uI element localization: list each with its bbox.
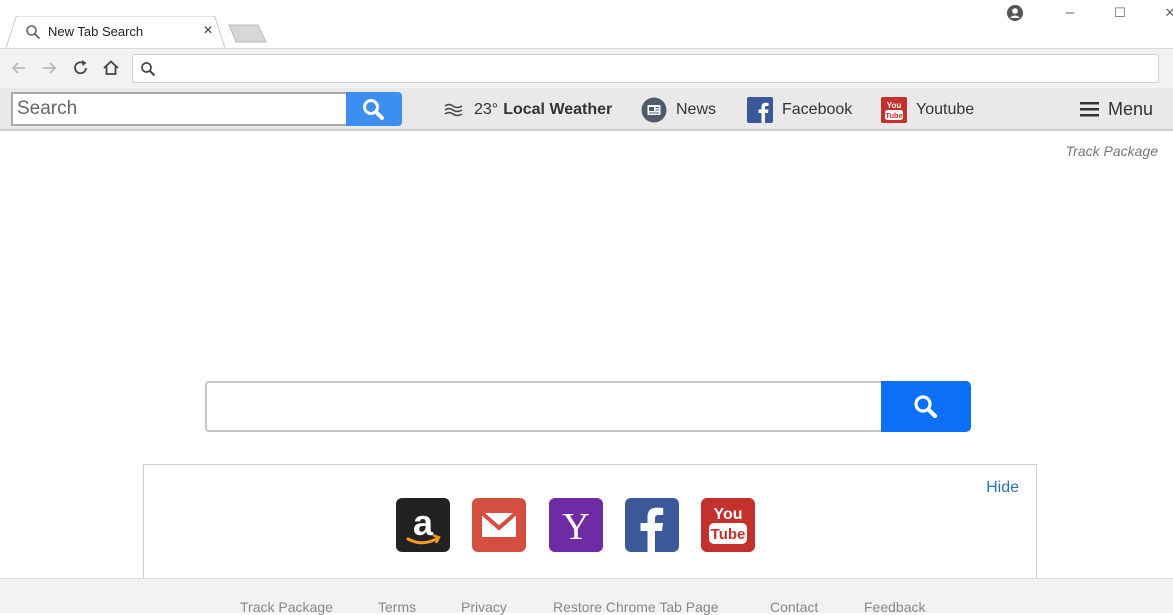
footer: Track Package Terms Privacy Restore Chro… xyxy=(0,578,1173,615)
svg-text:You: You xyxy=(887,101,902,110)
amazon-shortcut[interactable]: a xyxy=(396,498,450,552)
back-arrow-icon[interactable] xyxy=(9,58,29,78)
tab-close-button[interactable]: × xyxy=(200,22,216,40)
search-icon xyxy=(914,395,938,418)
svg-text:You: You xyxy=(713,506,742,523)
facebook-shortcut[interactable] xyxy=(625,498,679,552)
search-icon xyxy=(363,99,384,120)
mail-icon xyxy=(480,511,518,537)
facebook-label: Facebook xyxy=(782,100,853,118)
hide-shortcuts-link[interactable]: Hide xyxy=(986,479,1019,497)
gmail-shortcut[interactable] xyxy=(472,498,526,552)
facebook-link[interactable]: Facebook xyxy=(747,88,852,131)
search-icon xyxy=(26,25,41,40)
youtube-label: Youtube xyxy=(916,100,975,118)
main-search-button[interactable] xyxy=(881,381,971,432)
youtube-link[interactable]: You Tube Youtube xyxy=(881,88,974,131)
news-icon xyxy=(641,97,667,122)
track-package-link[interactable]: Track Package xyxy=(1066,143,1158,159)
amazon-icon: a xyxy=(406,502,441,545)
weather-link[interactable]: 23° Local Weather xyxy=(443,88,612,131)
close-window-button[interactable]: ✕ xyxy=(1158,2,1173,24)
weather-temp: 23° xyxy=(474,100,499,118)
svg-text:a: a xyxy=(413,502,434,543)
svg-text:Tube: Tube xyxy=(711,526,746,543)
tab-title: New Tab Search xyxy=(48,24,144,39)
news-link[interactable]: News xyxy=(641,88,716,131)
yahoo-icon: Y xyxy=(562,506,589,548)
ext-search-input[interactable] xyxy=(11,92,347,126)
extension-bar: 23° Local Weather News Facebook You Tube… xyxy=(0,88,1173,131)
main-search-input[interactable] xyxy=(205,381,882,432)
address-bar[interactable] xyxy=(132,54,1159,83)
forward-arrow-icon[interactable] xyxy=(39,58,59,78)
shortcuts-panel: Hide a Y You Tube xyxy=(143,464,1037,594)
ext-search-button[interactable] xyxy=(346,92,402,126)
menu-button[interactable]: Menu xyxy=(1080,88,1153,131)
svg-text:Y: Y xyxy=(562,506,589,548)
browser-toolbar xyxy=(0,48,1173,88)
search-icon xyxy=(141,62,156,77)
menu-label: Menu xyxy=(1108,99,1154,119)
maximize-button[interactable]: ☐ xyxy=(1108,2,1132,24)
facebook-icon xyxy=(640,507,664,552)
weather-wind-icon xyxy=(444,103,463,116)
svg-text:Tube: Tube xyxy=(885,111,902,120)
home-icon[interactable] xyxy=(101,58,121,78)
yahoo-shortcut[interactable]: Y xyxy=(549,498,603,552)
facebook-icon xyxy=(747,96,773,123)
profile-icon[interactable] xyxy=(1006,4,1024,22)
browser-tab[interactable]: New Tab Search × xyxy=(6,16,226,48)
youtube-icon: You Tube xyxy=(881,96,907,123)
browser-titlebar: New Tab Search × – ☐ ✕ xyxy=(0,0,1173,48)
youtube-icon: You Tube xyxy=(709,506,747,544)
hamburger-menu-icon xyxy=(1080,102,1099,117)
reload-icon[interactable] xyxy=(71,58,91,78)
minimize-button[interactable]: – xyxy=(1058,2,1082,24)
youtube-shortcut[interactable]: You Tube xyxy=(701,498,755,552)
weather-label: Local Weather xyxy=(503,100,613,118)
new-tab-button[interactable] xyxy=(228,24,268,44)
address-input[interactable] xyxy=(163,58,1143,79)
news-label: News xyxy=(676,100,717,118)
